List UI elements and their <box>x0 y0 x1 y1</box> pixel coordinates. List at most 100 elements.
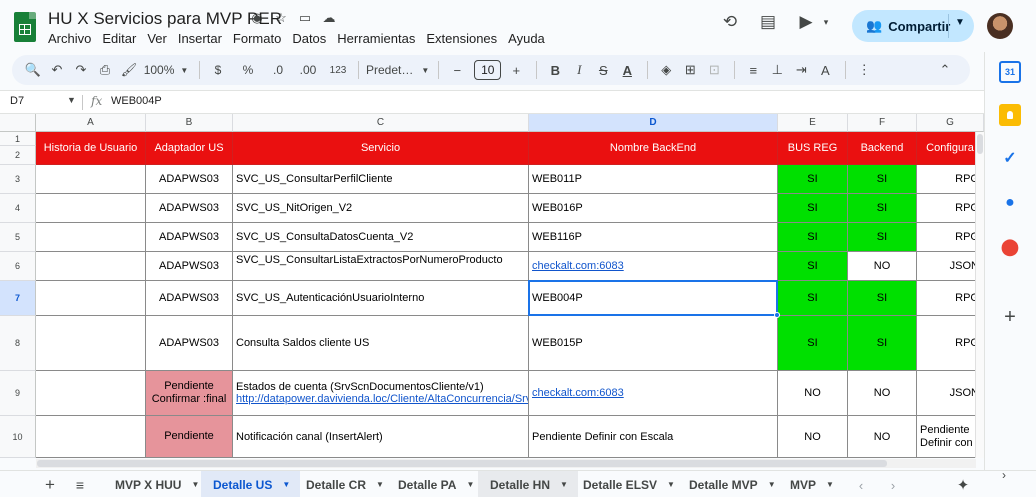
cell-d9[interactable]: checkalt.com:6083 <box>529 371 778 416</box>
cell-d8[interactable]: WEB015P <box>529 316 778 371</box>
menu-formato[interactable]: Formato <box>233 31 281 46</box>
cell-c5[interactable]: SVC_US_ConsultaDatosCuenta_V2 <box>233 223 529 252</box>
service-url-link[interactable]: http://datapower.davivienda.loc/Cliente/… <box>236 393 528 405</box>
share-button[interactable]: 👥 Compartir ▼ <box>852 10 974 42</box>
column-header-b[interactable]: B <box>146 114 233 132</box>
font-size-input[interactable]: 10 <box>474 60 502 80</box>
font-select[interactable]: Predet… ▼ <box>366 58 429 82</box>
cell-c9[interactable]: Estados de cuenta (SrvScnDocumentosClien… <box>233 371 529 416</box>
header-cell-f[interactable]: Backend <box>848 132 917 165</box>
cell-f3[interactable]: SI <box>848 165 917 194</box>
add-sheet-button[interactable]: + <box>40 475 60 495</box>
cell-d3[interactable]: WEB011P <box>529 165 778 194</box>
column-header-c[interactable]: C <box>233 114 529 132</box>
star-icon[interactable]: ☆ <box>273 10 289 26</box>
cell-c7[interactable]: SVC_US_AutenticaciónUsuarioInterno <box>233 281 529 316</box>
print-icon[interactable]: ⎙ <box>94 58 116 82</box>
column-header-a[interactable]: A <box>36 114 146 132</box>
keep-icon[interactable] <box>999 104 1021 126</box>
sheet-tab-detalle-elsv[interactable]: Detalle ELSV ▼ <box>571 471 685 497</box>
sheet-tab-detalle-cr[interactable]: Detalle CR ▼ <box>294 471 394 497</box>
row-header-1[interactable]: 1 <box>0 132 36 146</box>
cell-e7[interactable]: SI <box>778 281 848 316</box>
cloud-saved-icon[interactable]: ☁ <box>321 10 337 26</box>
cell-f4[interactable]: SI <box>848 194 917 223</box>
cell-a5[interactable] <box>36 223 146 252</box>
scroll-tabs-right-icon[interactable]: › <box>883 475 903 495</box>
row-header-9[interactable]: 9 <box>0 371 36 416</box>
cell-c10[interactable]: Notificación canal (InsertAlert) <box>233 416 529 458</box>
backend-link[interactable]: checkalt.com:6083 <box>532 387 624 399</box>
header-cell-e[interactable]: BUS REG <box>778 132 848 165</box>
hide-side-panel-icon[interactable]: › <box>1002 468 1006 482</box>
activity-status-icon[interactable]: ◉ <box>249 10 265 26</box>
spreadsheet-grid[interactable]: A B C D E F G 1 2 Historia de Usuario Adaptador US… <box>0 114 984 458</box>
horizontal-align-icon[interactable]: ≡ <box>742 58 764 82</box>
avatar[interactable] <box>987 13 1013 39</box>
undo-icon[interactable]: ↶ <box>46 58 68 82</box>
cell-d4[interactable]: WEB016P <box>529 194 778 223</box>
borders-icon[interactable]: ⊞ <box>679 58 701 82</box>
cell-a8[interactable] <box>36 316 146 371</box>
percent-format-button[interactable]: % <box>237 58 259 82</box>
sheet-tab-mvp-x-huu[interactable]: MVP X HUU ▼ <box>103 471 209 497</box>
chevron-down-icon[interactable]: ▾ <box>820 8 832 36</box>
cell-d5[interactable]: WEB116P <box>529 223 778 252</box>
header-cell-d[interactable]: Nombre BackEnd <box>529 132 778 165</box>
cell-f8[interactable]: SI <box>848 316 917 371</box>
header-cell-g[interactable]: Configura <box>917 132 984 165</box>
cell-a3[interactable] <box>36 165 146 194</box>
backend-link[interactable]: checkalt.com:6083 <box>532 260 624 272</box>
cell-e6[interactable]: SI <box>778 252 848 281</box>
row-header-3[interactable]: 3 <box>0 165 36 194</box>
cell-c6[interactable]: SVC_US_ConsultarListaExtractosPorNumeroP… <box>233 252 529 281</box>
cell-e5[interactable]: SI <box>778 223 848 252</box>
cell-d10[interactable]: Pendiente Definir con Escala <box>529 416 778 458</box>
cell-a9[interactable] <box>36 371 146 416</box>
cell-f9[interactable]: NO <box>848 371 917 416</box>
share-chevron-down-icon[interactable]: ▼ <box>955 17 965 28</box>
cell-b8[interactable]: ADAPWS03 <box>146 316 233 371</box>
menu-insertar[interactable]: Insertar <box>178 31 222 46</box>
horizontal-scrollbar[interactable] <box>36 459 976 468</box>
cell-a7[interactable] <box>36 281 146 316</box>
formula-input[interactable]: WEB004P <box>111 95 162 107</box>
italic-icon[interactable]: I <box>568 58 590 82</box>
header-cell-a[interactable]: Historia de Usuario <box>36 132 146 165</box>
text-wrap-icon[interactable]: ⇥ <box>790 58 812 82</box>
row-header-4[interactable]: 4 <box>0 194 36 223</box>
name-box-chevron-down-icon[interactable]: ▼ <box>67 95 76 105</box>
fill-handle[interactable] <box>774 312 780 318</box>
cell-b7[interactable]: ADAPWS03 <box>146 281 233 316</box>
currency-format-button[interactable]: $ <box>207 58 229 82</box>
increase-font-size-button[interactable]: + <box>505 58 527 82</box>
vertical-align-icon[interactable]: ⊥ <box>766 58 788 82</box>
menu-herramientas[interactable]: Herramientas <box>337 31 415 46</box>
cell-b4[interactable]: ADAPWS03 <box>146 194 233 223</box>
row-header-8[interactable]: 8 <box>0 316 36 371</box>
sheet-tab-detalle-hn[interactable]: Detalle HN ▼ <box>478 471 578 497</box>
meet-video-icon[interactable]: ▶ <box>792 8 820 36</box>
document-title[interactable]: HU X Servicios para MVP PER <box>48 9 282 29</box>
paint-format-icon[interactable]: 🖌 <box>118 58 140 82</box>
row-header-7[interactable]: 7 <box>0 281 36 316</box>
version-history-icon[interactable]: ⟲ <box>716 8 744 36</box>
sheet-tab-detalle-mvp[interactable]: Detalle MVP ▼ <box>677 471 786 497</box>
cell-a10[interactable] <box>36 416 146 458</box>
strikethrough-icon[interactable]: S <box>592 58 614 82</box>
sheet-tab-detalle-us[interactable]: Detalle US ▼ <box>201 471 301 497</box>
menu-ayuda[interactable]: Ayuda <box>508 31 545 46</box>
cell-d6[interactable]: checkalt.com:6083 <box>529 252 778 281</box>
cell-b3[interactable]: ADAPWS03 <box>146 165 233 194</box>
cell-a4[interactable] <box>36 194 146 223</box>
zoom-select[interactable]: 100% ▼ <box>142 58 190 82</box>
cell-e3[interactable]: SI <box>778 165 848 194</box>
menu-archivo[interactable]: Archivo <box>48 31 91 46</box>
vertical-scroll-thumb[interactable] <box>977 134 983 154</box>
cell-g9[interactable]: JSON <box>917 371 984 416</box>
bold-icon[interactable]: B <box>544 58 566 82</box>
cell-g5[interactable]: RPG <box>917 223 984 252</box>
cell-c8[interactable]: Consulta Saldos cliente US <box>233 316 529 371</box>
cell-b10[interactable]: Pendiente <box>146 416 233 458</box>
cell-f7[interactable]: SI <box>848 281 917 316</box>
